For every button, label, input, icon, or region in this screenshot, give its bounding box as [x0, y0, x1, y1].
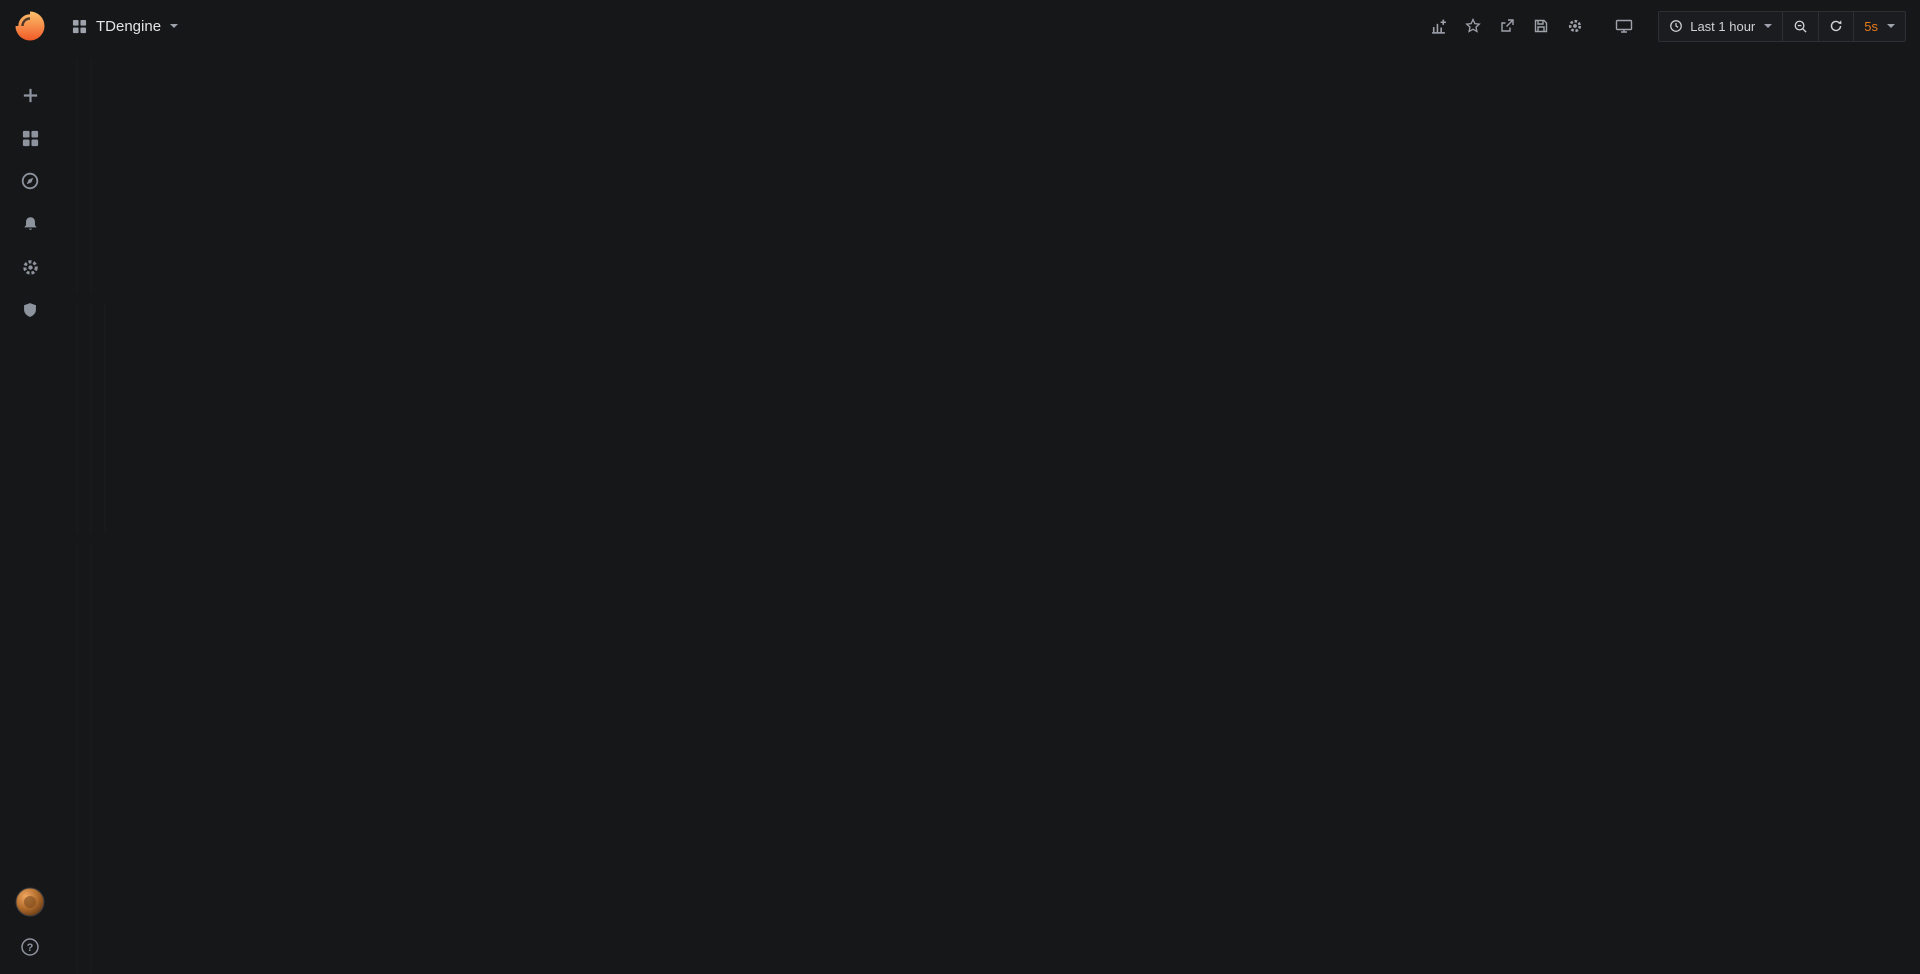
panel-cpu-system: cpu_system 08:5008:5509:0009:0509:1009:1… [76, 544, 78, 974]
explore-compass-icon[interactable] [11, 166, 49, 196]
refresh-button[interactable] [1818, 12, 1853, 41]
star-button[interactable] [1456, 11, 1490, 41]
clock-icon [1669, 19, 1683, 33]
grafana-app: ? TDengine [0, 0, 1920, 568]
panel-info-icon[interactable] [91, 545, 92, 560]
dashboard-title[interactable]: TDengine [96, 18, 161, 35]
panel-system-memory: system memory 043.850 GB [90, 302, 92, 534]
user-avatar[interactable] [11, 887, 49, 917]
chevron-down-icon [1764, 24, 1772, 28]
tv-kiosk-button[interactable] [1606, 11, 1642, 41]
panel-info-icon[interactable] [77, 61, 78, 76]
grafana-logo[interactable] [12, 8, 48, 44]
panel-info-icon[interactable] [77, 303, 78, 318]
stat-number: 118 [90, 157, 92, 212]
configuration-gear-icon[interactable] [11, 252, 49, 282]
time-range-picker[interactable]: Last 1 hour [1659, 12, 1782, 41]
time-controls: Last 1 hour 5s [1658, 11, 1906, 42]
create-plus-icon[interactable] [11, 80, 49, 110]
alerting-bell-icon[interactable] [11, 209, 49, 239]
panel-info-icon[interactable] [91, 61, 92, 76]
settings-gear-button[interactable] [1558, 11, 1592, 41]
dashboard-picker-icon[interactable] [72, 19, 87, 34]
add-panel-button[interactable] [1421, 11, 1456, 41]
refresh-interval-picker[interactable]: 5s [1853, 12, 1905, 41]
refresh-interval-label: 5s [1864, 19, 1878, 34]
navbar: TDengine [60, 0, 1920, 52]
sidebar-bottom: ? [11, 887, 49, 962]
panel-info-icon[interactable] [77, 545, 78, 560]
stat-number: 1853 [76, 157, 78, 212]
chevron-down-icon [170, 24, 178, 28]
admin-shield-icon[interactable] [11, 295, 49, 325]
share-button[interactable] [1490, 11, 1524, 41]
save-button[interactable] [1524, 11, 1558, 41]
zoom-out-icon [1793, 19, 1808, 34]
panel-taosd-memory: taosd memery 02048409633 MB [76, 302, 78, 534]
chevron-down-icon [1887, 24, 1895, 28]
help-icon[interactable]: ? [11, 932, 49, 962]
navbar-right: Last 1 hour 5s [1421, 11, 1906, 42]
sidebar: ? [0, 0, 60, 974]
panel-req-select: req select 1853 次数/min [76, 60, 78, 292]
refresh-icon [1829, 19, 1843, 33]
time-range-label: Last 1 hour [1690, 19, 1755, 34]
dashboards-grid-icon[interactable] [11, 123, 49, 153]
zoom-out-button[interactable] [1782, 12, 1818, 41]
navbar-left: TDengine [72, 18, 178, 35]
panel-avg-disk-used: avg_disk_used 2019-11-13 09:21:52 10.0.2… [90, 544, 92, 974]
sidebar-menu [11, 80, 49, 325]
panel-info-icon[interactable] [105, 303, 106, 318]
panel-info-icon[interactable] [91, 303, 92, 318]
panel-band-speed: band speed 049166554819241 kbps [104, 302, 106, 534]
svg-text:?: ? [27, 942, 34, 954]
panel-req-insert: req insert 118 次数/min [90, 60, 92, 292]
dashboard: req select 1853 次数/min req insert [60, 52, 92, 60]
